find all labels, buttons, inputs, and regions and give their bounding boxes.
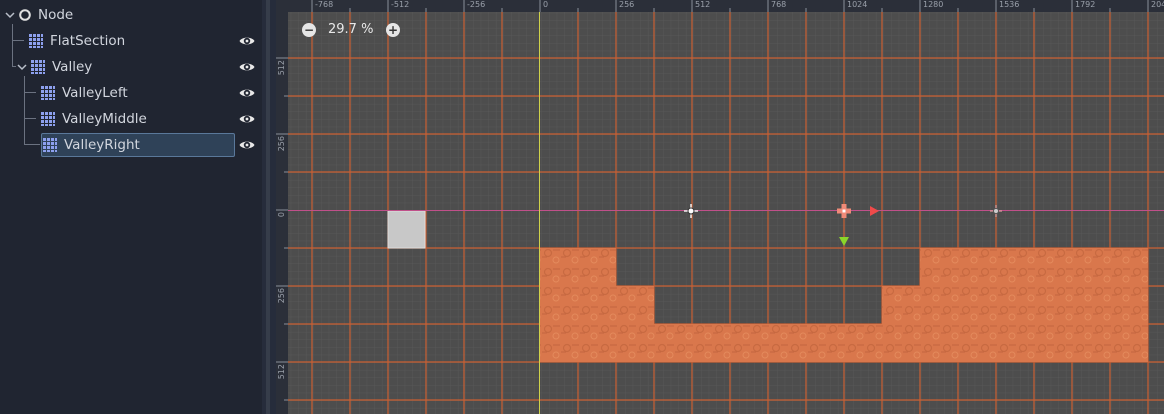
tree-item-label: ValleyMiddle (62, 111, 147, 127)
node-circle-icon (19, 9, 31, 21)
ruler-corner (276, 0, 288, 12)
tree-item-flatsection[interactable]: FlatSection (28, 30, 234, 52)
ruler-label: 0 (543, 0, 549, 9)
visibility-eye-icon[interactable] (238, 84, 256, 102)
visibility-eye-icon[interactable] (238, 32, 256, 50)
chevron-down-icon[interactable] (4, 9, 16, 21)
tree-item-label: ValleyRight (64, 137, 140, 153)
tree-item-valleyright[interactable]: ValleyRight (41, 133, 235, 157)
tree-item-label: ValleyLeft (62, 85, 128, 101)
zoom-level-label[interactable]: 29.7 % (328, 22, 373, 37)
tilemap-icon (41, 112, 55, 126)
ruler-label: 512 (277, 60, 286, 76)
canvas-viewport[interactable]: − 29.7 % + (276, 0, 1164, 414)
ruler-label: 256 (277, 136, 286, 152)
tree-item-label: Valley (52, 59, 93, 75)
ruler-label: 512 (277, 364, 286, 380)
tree-item-valleyleft[interactable]: ValleyLeft (40, 82, 234, 104)
zoom-out-button[interactable]: − (302, 23, 316, 37)
ruler-horizontal[interactable]: -768 -512 -256 0 256 512 768 1024 1280 1… (276, 0, 1164, 12)
chevron-down-icon[interactable] (16, 61, 28, 73)
tree-item-label: Node (38, 7, 74, 23)
viewport-canvas[interactable] (276, 0, 1164, 414)
visibility-eye-icon[interactable] (238, 110, 256, 128)
ruler-label: 1024 (847, 0, 868, 9)
scene-tree-panel: Node FlatSection Valley ValleyLeft Valle… (0, 0, 262, 414)
tree-item-label: FlatSection (50, 33, 126, 49)
tilemap-icon (43, 138, 57, 152)
tree-item-valley[interactable]: Valley (16, 56, 234, 78)
ruler-label: 1280 (923, 0, 944, 9)
ruler-label: 0 (277, 212, 286, 218)
tilemap-icon (29, 34, 43, 48)
tree-item-node[interactable]: Node (4, 4, 73, 26)
ruler-label: -768 (315, 0, 334, 9)
tree-item-valleymiddle[interactable]: ValleyMiddle (40, 108, 234, 130)
ruler-vertical[interactable]: 512 256 0 256 512 (276, 0, 288, 414)
ruler-label: 256 (277, 288, 286, 304)
ruler-label: 1792 (1075, 0, 1096, 9)
panel-divider (266, 0, 270, 414)
tile-white (387, 210, 426, 249)
tilemap-icon (31, 60, 45, 74)
ruler-label: 1536 (999, 0, 1020, 9)
visibility-eye-icon[interactable] (238, 58, 256, 76)
visibility-eye-icon[interactable] (238, 136, 256, 154)
ruler-label: -512 (391, 0, 410, 9)
ruler-label: 204 (1151, 0, 1164, 9)
ruler-label: 512 (695, 0, 711, 9)
zoom-in-button[interactable]: + (386, 23, 400, 37)
ruler-label: -256 (467, 0, 486, 9)
ruler-label: 768 (771, 0, 787, 9)
ruler-label: 256 (619, 0, 635, 9)
tilemap-icon (41, 86, 55, 100)
